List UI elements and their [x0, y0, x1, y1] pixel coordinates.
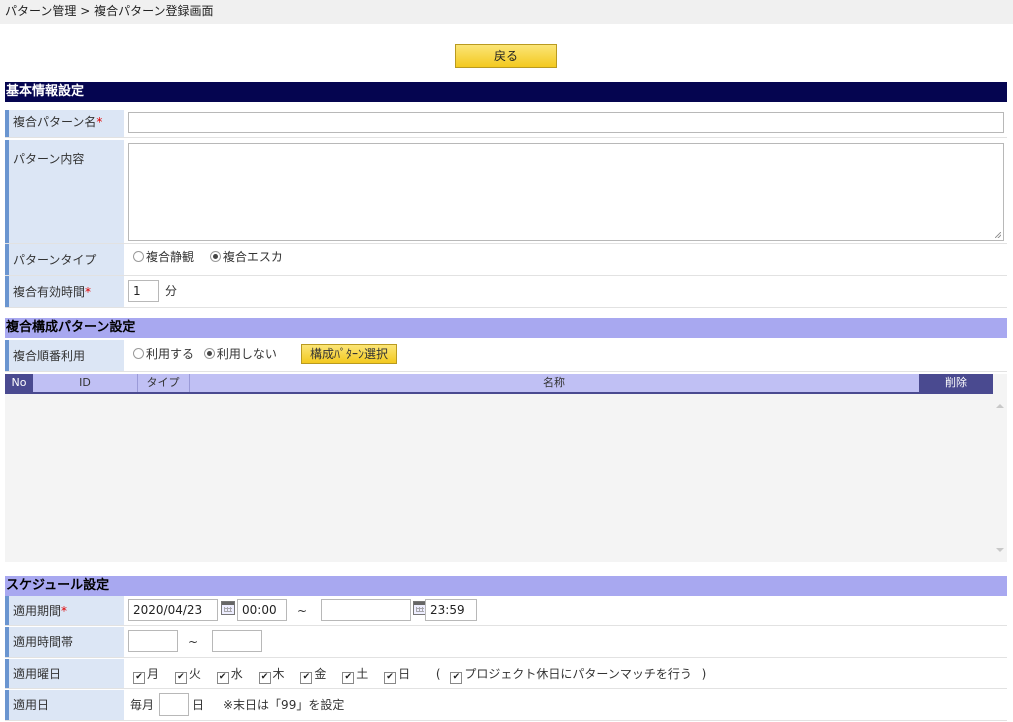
order-use-radios: 利用する 利用しない — [133, 346, 277, 362]
section-basic-title: 基本情報設定 — [5, 82, 1007, 102]
timeband-from-input[interactable] — [128, 630, 178, 652]
apply-day-suffix: 日 — [192, 698, 205, 712]
weekday-sun[interactable]: ✔ 日 — [384, 667, 410, 684]
col-name[interactable]: 名称 — [189, 374, 919, 392]
check-icon: ✔ — [174, 672, 187, 684]
holiday-check[interactable]: ✔ プロジェクト休日にパターンマッチを行う — [450, 667, 692, 684]
weekday-fri[interactable]: ✔ 金 — [300, 667, 326, 684]
apply-day-label: 適用日 — [5, 690, 124, 720]
check-icon: ✔ — [384, 672, 397, 684]
weekday-checks: ✔ 月 ✔ 火 ✔ 水 ✔ 木 ✔ 金 ✔ 土 ✔ 日 ( ✔ プロジェクト休日にパターンマッチ… — [133, 666, 706, 684]
pattern-type-label: パターンタイプ — [5, 244, 124, 275]
col-id[interactable]: ID — [33, 374, 138, 392]
weekday-sat[interactable]: ✔ 土 — [342, 667, 368, 684]
start-date-input[interactable]: 2020/04/23 — [128, 599, 218, 621]
calendar-icon[interactable] — [221, 601, 235, 615]
back-button[interactable]: 戻る — [455, 44, 557, 68]
section-schedule-title: スケジュール設定 — [5, 576, 1007, 596]
check-icon: ✔ — [133, 672, 145, 684]
pattern-grid-body — [5, 394, 993, 562]
apply-day-input[interactable] — [159, 693, 189, 716]
weekday-tue[interactable]: ✔ 火 — [174, 667, 201, 684]
radio-static-icon — [133, 251, 144, 262]
valid-time-label: 複合有効時間* — [5, 276, 124, 307]
radio-escalation-icon — [209, 251, 221, 262]
row-order-use: 複合順番利用 利用する 利用しない 構成ﾊﾟﾀｰﾝ選択 — [5, 340, 1007, 372]
col-no[interactable]: No — [5, 374, 33, 392]
timeband-to-input[interactable] — [212, 630, 262, 652]
weekday-wed[interactable]: ✔ 水 — [216, 667, 243, 684]
row-pattern-name: 複合パターン名* — [5, 110, 1007, 138]
weekday-thu[interactable]: ✔ 木 — [258, 667, 285, 684]
end-date-input[interactable] — [321, 599, 411, 621]
pattern-content-textarea[interactable] — [128, 143, 1004, 241]
check-icon: ✔ — [216, 672, 229, 684]
weekday-label: 適用曜日 — [5, 659, 124, 688]
check-icon: ✔ — [450, 672, 463, 684]
start-time-input[interactable]: 00:00 — [237, 599, 287, 621]
check-icon: ✔ — [300, 672, 313, 684]
row-timeband: 適用時間帯 ~ — [5, 627, 1007, 658]
radio-order-not-use[interactable]: 利用しない — [203, 347, 277, 361]
breadcrumb: パターン管理 > 複合パターン登録画面 — [0, 0, 1013, 24]
valid-time-unit: 分 — [165, 284, 178, 298]
pattern-name-label: 複合パターン名* — [5, 110, 124, 137]
row-apply-day: 適用日 毎月 日 ※末日は「99」を設定 — [5, 690, 1007, 721]
section-composite-title: 複合構成パターン設定 — [5, 318, 1007, 338]
radio-order-use[interactable]: 利用する — [133, 347, 194, 361]
scroll-down-icon[interactable] — [996, 548, 1004, 552]
end-time-input[interactable]: 23:59 — [425, 599, 477, 621]
select-pattern-button[interactable]: 構成ﾊﾟﾀｰﾝ選択 — [301, 344, 398, 364]
apply-day-prefix: 毎月 — [130, 698, 155, 712]
row-valid-time: 複合有効時間* 1 分 — [5, 276, 1007, 308]
pattern-grid-header: No ID タイプ 名称 削除 — [5, 374, 993, 394]
period-tilde: ~ — [297, 604, 308, 618]
pattern-type-radios: 複合静観 複合エスカ — [133, 249, 283, 265]
row-pattern-type: パターンタイプ 複合静観 複合エスカ — [5, 244, 1007, 276]
pattern-content-label: パターン内容 — [5, 140, 124, 243]
radio-order-use-icon — [133, 348, 144, 359]
timeband-tilde: ~ — [188, 635, 199, 649]
row-period: 適用期間* 2020/04/23 00:00 ~ 23:59 — [5, 596, 1007, 626]
holiday-open-paren: ( — [435, 667, 441, 681]
radio-escalation[interactable]: 複合エスカ — [209, 250, 283, 264]
col-delete[interactable]: 削除 — [919, 374, 993, 392]
radio-static[interactable]: 複合静観 — [133, 250, 194, 264]
apply-day-note: ※末日は「99」を設定 — [223, 698, 345, 712]
weekday-mon[interactable]: ✔ 月 — [133, 667, 159, 684]
pattern-name-input[interactable] — [128, 112, 1004, 133]
timeband-label: 適用時間帯 — [5, 627, 124, 657]
row-pattern-content: パターン内容 — [5, 140, 1007, 244]
grid-scrollbar[interactable] — [993, 374, 1007, 562]
resize-grip-icon[interactable] — [995, 232, 1001, 238]
order-use-label: 複合順番利用 — [5, 340, 124, 371]
check-icon: ✔ — [258, 672, 271, 684]
check-icon: ✔ — [342, 672, 355, 684]
radio-order-not-use-icon — [203, 348, 215, 359]
holiday-close-paren: ) — [701, 667, 707, 681]
row-weekdays: 適用曜日 ✔ 月 ✔ 火 ✔ 水 ✔ 木 ✔ 金 ✔ 土 ✔ 日 ( ✔ プロジェクト休日にパタ… — [5, 659, 1007, 689]
col-type[interactable]: タイプ — [137, 374, 190, 392]
scroll-up-icon[interactable] — [996, 404, 1004, 408]
valid-time-input[interactable]: 1 — [128, 280, 159, 302]
period-label: 適用期間* — [5, 596, 124, 625]
